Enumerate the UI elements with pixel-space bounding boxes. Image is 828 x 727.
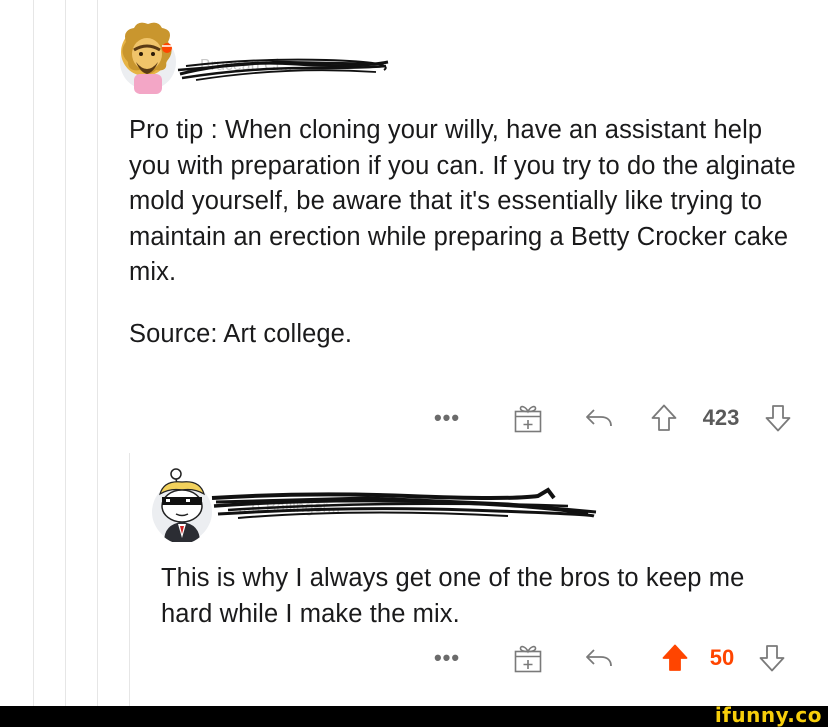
more-icon: •••	[433, 645, 461, 670]
avatar[interactable]	[150, 462, 214, 544]
award-button[interactable]	[512, 640, 544, 676]
comment-body: This is why I always get one of the bros…	[161, 561, 801, 632]
downvote-icon	[759, 645, 785, 672]
vote-score: 423	[702, 405, 740, 430]
thread-line	[97, 0, 98, 706]
award-gift-icon	[514, 405, 542, 433]
comment-actions: ••• 50	[0, 640, 828, 676]
comment-body: Pro tip : When cloning your willy, have …	[129, 113, 809, 352]
reply-icon	[586, 649, 612, 667]
redacted-username-scribble: Bruceau Cl...	[177, 57, 389, 81]
award-button[interactable]	[512, 400, 544, 436]
reply-button[interactable]	[583, 400, 615, 436]
reply-button[interactable]	[583, 640, 615, 676]
upvote-button[interactable]	[649, 400, 679, 436]
thread-line	[33, 0, 34, 706]
downvote-button[interactable]	[763, 400, 793, 436]
downvote-button[interactable]	[757, 640, 787, 676]
lion-avatar-icon	[120, 22, 176, 94]
watermark-logo: ifunny.co	[714, 703, 822, 727]
upvote-icon	[662, 644, 688, 671]
more-icon: •••	[433, 405, 461, 430]
more-options-button[interactable]: •••	[432, 400, 462, 436]
downvote-icon	[765, 405, 791, 432]
watermark-bar: ifunny.co	[0, 703, 828, 727]
sunglasses-avatar-icon	[152, 468, 212, 542]
upvote-button[interactable]	[660, 640, 690, 676]
vote-score: 50	[709, 645, 735, 670]
award-gift-icon	[514, 645, 542, 673]
avatar[interactable]	[118, 20, 180, 96]
comment-paragraph: Source: Art college.	[129, 319, 353, 348]
comment-actions: ••• 423	[0, 400, 828, 436]
comment-paragraph: This is why I always get one of the bros…	[161, 564, 745, 628]
redacted-username-scribble: ...e-Ballinger...	[211, 487, 597, 519]
thread-line	[65, 0, 66, 706]
reply-icon	[586, 409, 612, 427]
upvote-icon	[651, 404, 677, 431]
comment-paragraph: Pro tip : When cloning your willy, have …	[129, 116, 796, 286]
more-options-button[interactable]: •••	[432, 640, 462, 676]
